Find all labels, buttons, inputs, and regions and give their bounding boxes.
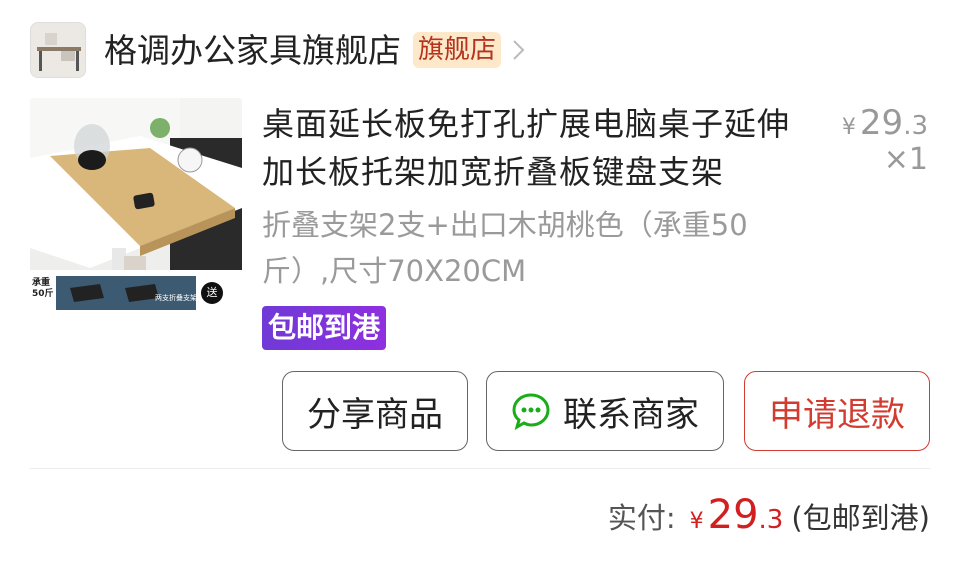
product-image	[30, 98, 242, 310]
product-quantity: ×1	[883, 142, 928, 177]
payment-summary: 实付: ¥29.3 (包邮到港)	[608, 492, 930, 538]
share-product-button[interactable]: 分享商品	[282, 371, 468, 451]
share-product-label: 分享商品	[307, 394, 443, 435]
paid-decimal: .3	[758, 505, 784, 535]
apply-refund-button[interactable]: 申请退款	[744, 371, 930, 451]
paid-note: (包邮到港)	[791, 501, 930, 535]
product-spec: 折叠支架2支+出口木胡桃色（承重50斤）,尺寸70X20CM	[262, 208, 748, 288]
shop-avatar-image	[31, 23, 85, 77]
chat-bubble-icon	[512, 393, 550, 431]
thumbnail-gift-badge: 送	[201, 282, 223, 304]
shop-avatar[interactable]	[30, 22, 86, 78]
paid-integer: 29	[707, 492, 759, 538]
apply-refund-label: 申请退款	[769, 394, 905, 435]
divider	[30, 468, 930, 469]
paid-amount: ¥29.3	[690, 492, 784, 538]
thumbnail-load-text: 承重50斤	[32, 278, 54, 299]
thumbnail-caption: 两支折叠支架	[155, 294, 197, 302]
paid-label: 实付:	[607, 501, 676, 535]
shipping-tag: 包邮到港	[262, 306, 387, 350]
shop-name[interactable]: 格调办公家具旗舰店	[104, 34, 401, 67]
paid-currency: ¥	[689, 509, 704, 534]
contact-seller-button[interactable]: 联系商家	[486, 371, 724, 451]
product-thumbnail[interactable]: 承重50斤 送 两支折叠支架	[30, 98, 242, 310]
price-decimal: .3	[903, 111, 928, 141]
chevron-right-icon[interactable]	[511, 36, 527, 64]
contact-seller-label: 联系商家	[563, 394, 699, 435]
product-title[interactable]: 桌面延长板免打孔扩展电脑桌子延伸加长板托架加宽折叠板键盘支架	[262, 100, 807, 196]
price-integer: 29	[859, 103, 904, 143]
flagship-badge: 旗舰店	[413, 31, 502, 69]
price-currency: ¥	[841, 115, 856, 140]
shop-header[interactable]: 格调办公家具旗舰店 旗舰店	[30, 22, 527, 78]
